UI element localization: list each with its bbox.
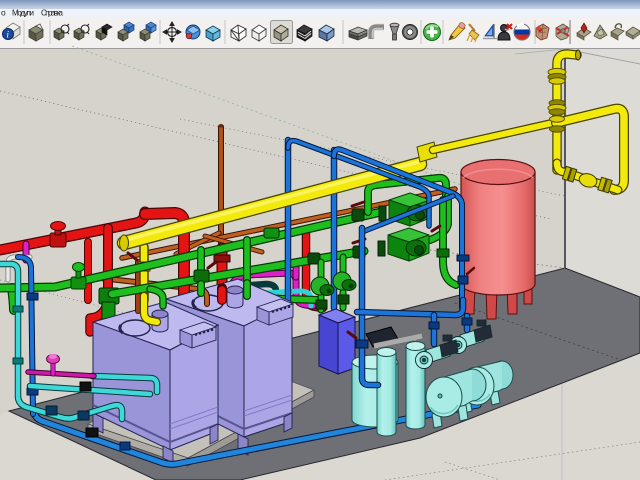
svg-text:Модули: Модули: [12, 9, 34, 18]
svg-text:Справка: Справка: [41, 9, 64, 18]
svg-text:о: о: [1, 8, 6, 18]
